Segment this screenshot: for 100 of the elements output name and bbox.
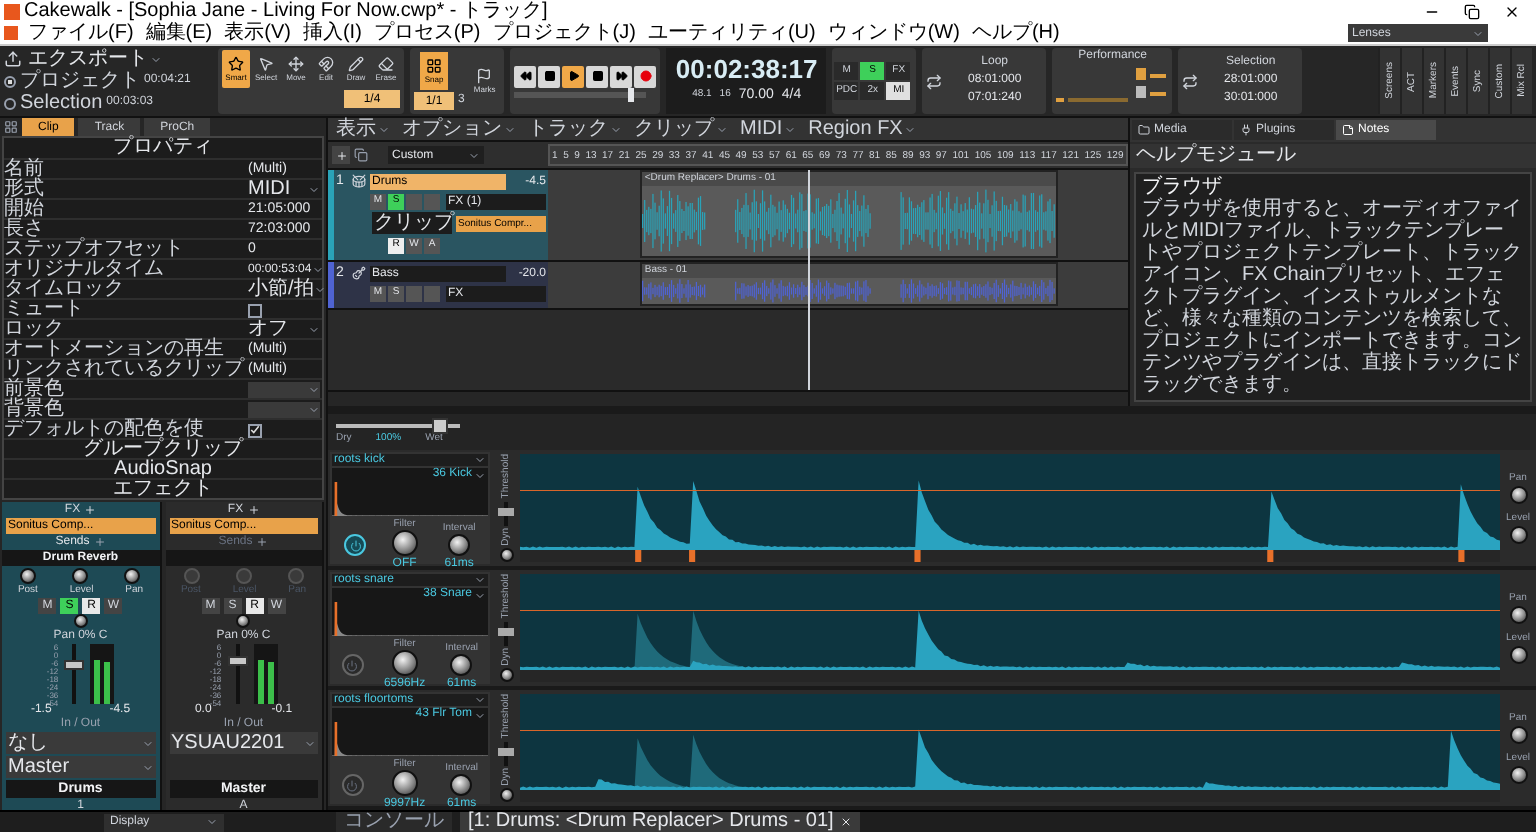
property-value: MIDI (248, 180, 291, 200)
menu-item[interactable]: 表示(V) (218, 23, 297, 43)
performance-meter-drawing (1056, 64, 1169, 104)
export-icon (4, 50, 22, 68)
property-label: ロック (4, 320, 66, 340)
time-position: 00:02:38:17 (675, 55, 818, 82)
knob[interactable] (1509, 726, 1527, 744)
property-section-button[interactable]: グループクリップ (4, 438, 322, 458)
menu-item[interactable]: ファイル(F) (22, 23, 140, 43)
inspector-menu-icon[interactable] (4, 120, 18, 134)
help-title: ブラウザ (1142, 176, 1224, 198)
knob[interactable] (1509, 646, 1527, 664)
knob[interactable] (20, 568, 37, 584)
record-button[interactable] (634, 65, 657, 87)
duplicate-icon[interactable] (354, 148, 368, 162)
threshold-slider-thumb[interactable] (498, 627, 514, 636)
knob[interactable] (448, 534, 471, 556)
play-button[interactable] (562, 65, 585, 87)
menu-item[interactable]: ヘルプ(H) (965, 23, 1066, 43)
route-dropdown[interactable]: Master (6, 756, 155, 778)
menu-item[interactable]: ユーティリティ(U) (641, 23, 822, 43)
property-section-button[interactable]: エフェクト (4, 478, 322, 498)
forward-button[interactable] (610, 65, 633, 87)
color-dropdown[interactable] (248, 402, 320, 418)
fader-thumb[interactable] (64, 659, 85, 669)
threshold-slider-thumb[interactable] (498, 507, 514, 516)
horizontal-scrollbar[interactable] (328, 390, 1128, 406)
fader-thumb[interactable] (227, 656, 248, 667)
add-track-button[interactable] (332, 146, 350, 164)
add-icon[interactable] (93, 536, 106, 548)
view-menu[interactable]: クリップ (634, 119, 728, 139)
knob[interactable] (499, 547, 513, 562)
radio-button[interactable] (4, 75, 16, 87)
rewind-button[interactable] (514, 65, 537, 87)
knob[interactable] (72, 568, 89, 584)
property-label: タイムロック (4, 280, 126, 300)
checkbox[interactable] (248, 423, 262, 437)
export-dropdown[interactable]: エクスポート (28, 49, 162, 69)
knob[interactable] (1509, 606, 1527, 624)
property-label: オートメーションの再生 (4, 340, 225, 360)
knob[interactable] (236, 614, 251, 628)
menu-item[interactable]: プロセス(P) (367, 23, 487, 43)
property-label: オリジナルタイム (4, 260, 166, 280)
radio-label: Selection (20, 93, 103, 113)
view-menu[interactable]: MIDI (740, 119, 797, 139)
knob[interactable] (499, 787, 513, 802)
knob[interactable] (450, 774, 473, 796)
caret-icon (378, 123, 390, 135)
tool-icon (288, 55, 304, 71)
knob[interactable] (391, 650, 418, 676)
close-icon (839, 816, 852, 828)
menu-item[interactable]: 挿入(I) (296, 23, 368, 43)
view-menu[interactable]: オプション (402, 119, 516, 139)
restore-icon[interactable] (1464, 3, 1480, 19)
menu-item[interactable]: プロジェクト(J) (486, 23, 642, 43)
position-slider[interactable] (514, 91, 647, 97)
property-label: 名前 (4, 160, 46, 180)
view-dropdown[interactable]: クリップ (372, 212, 452, 234)
stop-button[interactable] (538, 65, 561, 87)
add-icon[interactable] (84, 504, 97, 516)
position-slider-thumb[interactable] (628, 87, 635, 101)
add-icon[interactable] (256, 536, 269, 548)
knob[interactable] (391, 770, 418, 796)
knob[interactable] (1509, 486, 1527, 504)
mix-slider-thumb[interactable] (431, 418, 448, 434)
knob[interactable] (73, 614, 88, 628)
track-icon (352, 174, 366, 188)
knob[interactable] (450, 654, 473, 676)
route-dropdown[interactable]: YSUAU2201 (169, 732, 318, 754)
document-tab[interactable]: [1: Drums: <Drum Replacer> Drums - 01] (460, 811, 860, 832)
view-menu[interactable]: Region FX (808, 119, 917, 139)
route-dropdown[interactable]: なし (6, 732, 155, 754)
caret-icon (610, 123, 622, 135)
close-icon[interactable] (1504, 3, 1520, 19)
add-icon[interactable] (247, 504, 260, 516)
property-value: 小節/拍 (248, 280, 314, 300)
caret-icon (308, 184, 320, 196)
knob[interactable] (1509, 766, 1527, 784)
menu-item[interactable]: 編集(E) (139, 23, 219, 43)
color-dropdown[interactable] (248, 382, 320, 398)
knob[interactable] (1509, 526, 1527, 544)
threshold-slider-thumb[interactable] (498, 747, 514, 756)
caret-icon (784, 123, 797, 135)
power-button[interactable] (344, 534, 367, 556)
view-menu[interactable]: トラック (528, 119, 622, 139)
square-button[interactable] (586, 65, 609, 87)
view-menu[interactable]: 表示 (336, 119, 390, 139)
knob[interactable] (499, 667, 513, 682)
tab-icon (1138, 124, 1150, 136)
property-label: ステップオフセット (4, 240, 186, 260)
panel-title: プロパティ (111, 138, 215, 158)
knob[interactable] (391, 530, 418, 556)
property-section-button[interactable]: AudioSnap (4, 458, 322, 478)
help-text: ブラウザを使用すると、オーディオファイルとMIDIファイル、トラックテンプレートやプロジェクトテンプレート、トラックアイコン、FX Chainプリセット、エフェクトプラグイン、インストゥルメントなど、様々な種類のコンテンツを検索して、プロジェクトにインポートできます。コンテンツやプラグインは、直接トラックにドラッグできます。 (1142, 198, 1524, 396)
document-tab[interactable]: コンソール (336, 811, 452, 832)
property-label: デフォルトの配色を使 (4, 420, 206, 440)
radio-button[interactable] (4, 97, 16, 109)
knob[interactable] (124, 568, 141, 584)
checkbox[interactable] (248, 303, 262, 317)
menu-item[interactable]: ウィンドウ(W) (821, 23, 966, 43)
